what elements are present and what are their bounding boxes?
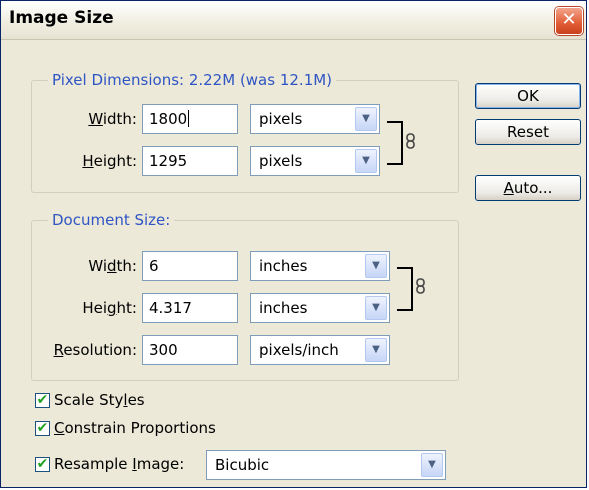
ok-button[interactable]: OK	[475, 83, 581, 109]
pixel-height-input[interactable]: 1295	[142, 146, 238, 176]
dialog-title: Image Size	[9, 8, 114, 28]
title-bar[interactable]: Image Size ✕	[1, 1, 586, 40]
doc-height-label: Height:	[82, 299, 137, 317]
resample-image-label[interactable]: Resample Image:	[54, 455, 184, 473]
checkmark-icon: ✔	[36, 392, 49, 408]
pixel-width-unit-select[interactable]: pixels ▼	[250, 104, 380, 134]
constrain-bracket	[387, 121, 403, 165]
constrain-proportions-label[interactable]: Constrain Proportions	[54, 419, 216, 437]
chevron-down-icon[interactable]: ▼	[365, 296, 387, 320]
chain-link-icon	[416, 278, 425, 294]
close-button[interactable]: ✕	[555, 7, 583, 35]
pixel-width-label: Width:	[88, 110, 137, 128]
close-icon: ✕	[561, 9, 577, 30]
chevron-down-icon[interactable]: ▼	[355, 149, 377, 173]
scale-styles-label[interactable]: Scale Styles	[54, 391, 145, 409]
chain-link-icon	[406, 133, 415, 149]
chevron-down-icon[interactable]: ▼	[355, 107, 377, 131]
reset-button[interactable]: Reset	[475, 119, 581, 145]
resample-image-checkbox[interactable]: ✔	[35, 457, 50, 472]
pixel-width-input[interactable]: 1800	[142, 104, 238, 134]
doc-width-label: Width:	[88, 257, 137, 275]
doc-width-input[interactable]: 6	[142, 251, 238, 281]
image-size-dialog: Image Size ✕ Pixel Dimensions: 2.22M (wa…	[0, 0, 587, 488]
doc-height-input[interactable]: 4.317	[142, 293, 238, 323]
doc-height-unit-select[interactable]: inches ▼	[250, 293, 390, 323]
pixel-height-unit-select[interactable]: pixels ▼	[250, 146, 380, 176]
resolution-input[interactable]: 300	[142, 335, 238, 365]
pixel-dimensions-legend: Pixel Dimensions: 2.22M (was 12.1M)	[52, 71, 333, 89]
checkmark-icon: ✔	[36, 456, 49, 472]
pixel-height-label: Height:	[82, 152, 137, 170]
chevron-down-icon[interactable]: ▼	[365, 338, 387, 362]
text-caret	[188, 110, 190, 127]
resample-method-select[interactable]: Bicubic ▼	[206, 450, 446, 480]
constrain-proportions-checkbox[interactable]: ✔	[35, 421, 50, 436]
chevron-down-icon[interactable]: ▼	[365, 254, 387, 278]
scale-styles-checkbox[interactable]: ✔	[35, 393, 50, 408]
doc-constrain-bracket	[397, 267, 413, 311]
resolution-unit-select[interactable]: pixels/inch ▼	[250, 335, 390, 365]
auto-button[interactable]: Auto...	[475, 175, 581, 201]
doc-width-unit-select[interactable]: inches ▼	[250, 251, 390, 281]
document-size-legend: Document Size:	[52, 211, 171, 229]
resolution-label: Resolution:	[53, 341, 137, 359]
chevron-down-icon[interactable]: ▼	[421, 453, 443, 477]
checkmark-icon: ✔	[36, 420, 49, 436]
